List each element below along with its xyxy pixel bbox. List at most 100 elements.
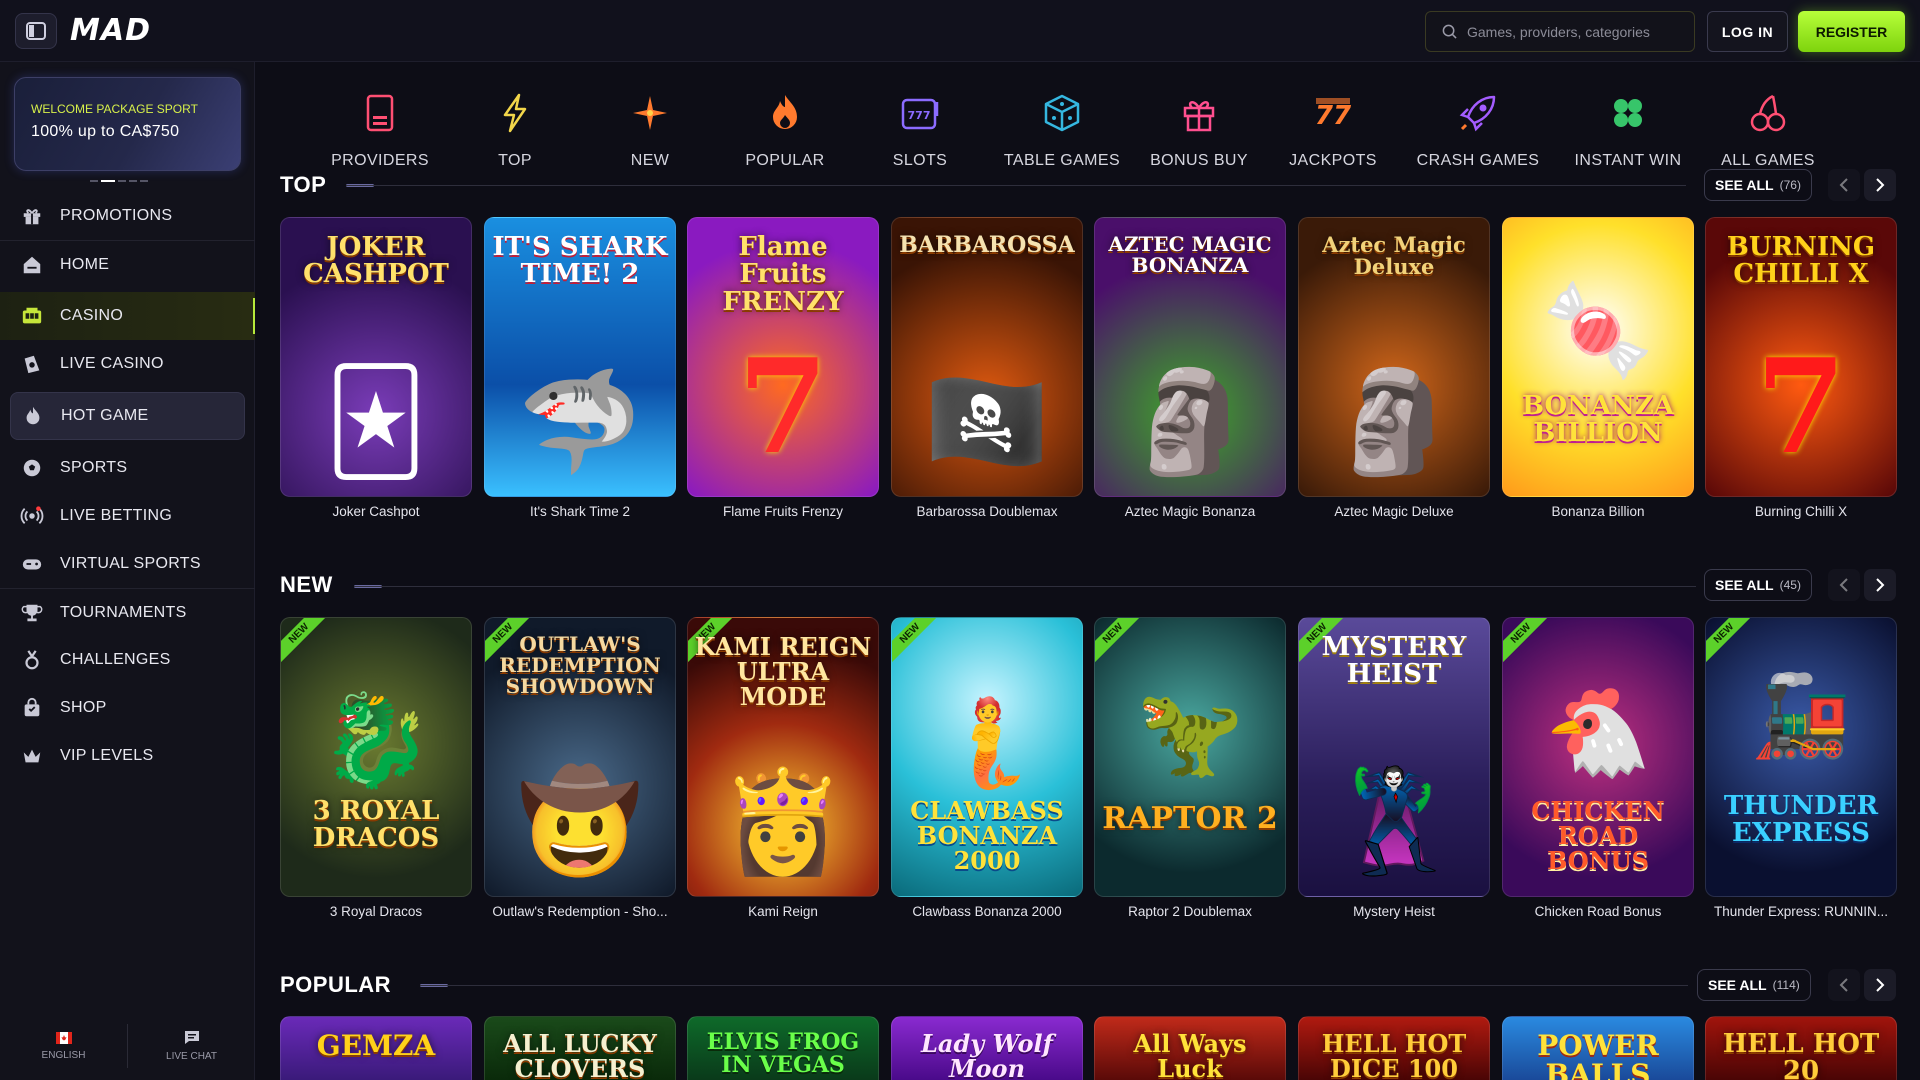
- login-button[interactable]: LOG IN: [1707, 11, 1788, 52]
- promo-carousel-dots[interactable]: [90, 180, 148, 182]
- game-card[interactable]: BARBAROSSA 🏴‍☠️ Barbarossa Doublemax: [891, 217, 1083, 519]
- game-thumbnail[interactable]: NEW 🐉 3 ROYAL DRACOS: [280, 617, 472, 897]
- game-card[interactable]: NEW MYSTERY HEIST 🦹 Mystery Heist: [1298, 617, 1490, 919]
- see-all-popular-button[interactable]: SEE ALL (114): [1697, 969, 1811, 1001]
- next-arrow-button[interactable]: [1864, 569, 1896, 601]
- prev-arrow-button[interactable]: [1828, 169, 1860, 201]
- game-thumbnail[interactable]: ELVIS FROG IN VEGAS: [687, 1016, 879, 1080]
- game-card[interactable]: IT'S SHARK TIME! 2 🦈 It's Shark Time 2: [484, 217, 676, 519]
- game-card[interactable]: All Ways Luck: [1094, 1016, 1286, 1080]
- live-chat-button[interactable]: LIVE CHAT: [128, 1012, 255, 1080]
- game-card[interactable]: NEW 🐉 3 ROYAL DRACOS 3 Royal Dracos: [280, 617, 472, 919]
- sidebar-item-label: TOURNAMENTS: [60, 603, 187, 621]
- game-art-title: HELL HOT 20: [1722, 1029, 1880, 1080]
- game-thumbnail[interactable]: NEW 🐔 CHICKEN ROAD BONUS: [1502, 617, 1694, 897]
- sidebar-item-casino[interactable]: CASINO: [0, 292, 255, 340]
- sidebar-item-promotions[interactable]: PROMOTIONS: [0, 192, 255, 240]
- welcome-promo-banner[interactable]: WELCOME PACKAGE SPORT 100% up to CA$750: [14, 77, 241, 171]
- sidebar-item-sports[interactable]: SPORTS: [0, 444, 255, 492]
- game-card[interactable]: POWER BALLS: [1502, 1016, 1694, 1080]
- language-selector[interactable]: ENGLISH: [0, 1012, 127, 1080]
- see-all-top-button[interactable]: SEE ALL (76): [1704, 169, 1812, 201]
- sidebar-item-live-betting[interactable]: LIVE BETTING: [0, 492, 255, 540]
- site-logo[interactable]: MAD: [70, 13, 151, 48]
- chevron-left-icon: [1839, 178, 1848, 192]
- see-all-new-button[interactable]: SEE ALL (45): [1704, 569, 1812, 601]
- game-card[interactable]: NEW 🧜 CLAWBASS BONANZA 2000 Clawbass Bon…: [891, 617, 1083, 919]
- sidebar-item-vip-levels[interactable]: VIP LEVELS: [0, 732, 255, 780]
- empress-art-icon: 👸: [720, 766, 846, 878]
- prev-arrow-button[interactable]: [1828, 969, 1860, 1001]
- game-thumbnail[interactable]: GEMZA: [280, 1016, 472, 1080]
- game-thumbnail[interactable]: NEW MYSTERY HEIST 🦹: [1298, 617, 1490, 897]
- game-thumbnail[interactable]: Flame Fruits FRENZY 7: [687, 217, 879, 497]
- game-card[interactable]: AZTEC MAGIC BONANZA 🗿 Aztec Magic Bonanz…: [1094, 217, 1286, 519]
- game-card[interactable]: 🍬 BONANZA BILLION Bonanza Billion: [1502, 217, 1694, 519]
- next-arrow-button[interactable]: [1864, 969, 1896, 1001]
- game-card[interactable]: BURNING CHILLI X 7 Burning Chilli X: [1705, 217, 1897, 519]
- game-art-title: CHICKEN ROAD BONUS: [1531, 796, 1665, 876]
- game-thumbnail[interactable]: BARBAROSSA 🏴‍☠️: [891, 217, 1083, 497]
- sidebar-item-tournaments[interactable]: TOURNAMENTS: [0, 588, 255, 636]
- category-instant-win[interactable]: INSTANT WIN: [1558, 90, 1698, 170]
- game-art-title: BURNING CHILLI X: [1726, 232, 1876, 290]
- game-thumbnail[interactable]: All Ways Luck: [1094, 1016, 1286, 1080]
- next-arrow-button[interactable]: [1864, 169, 1896, 201]
- category-new[interactable]: NEW: [580, 90, 720, 170]
- category-table-games[interactable]: TABLE GAMES: [992, 90, 1132, 170]
- sidebar-item-live-casino[interactable]: LIVE CASINO: [0, 340, 255, 388]
- game-thumbnail[interactable]: Aztec Magic Deluxe 🗿: [1298, 217, 1490, 497]
- game-thumbnail[interactable]: POWER BALLS: [1502, 1016, 1694, 1080]
- category-bonus-buy[interactable]: BONUS BUY: [1129, 90, 1269, 170]
- sidebar-item-challenges[interactable]: CHALLENGES: [0, 636, 255, 684]
- category-crash-games[interactable]: CRASH GAMES: [1408, 90, 1548, 170]
- home-icon: [20, 253, 44, 277]
- sidebar-toggle-button[interactable]: [15, 13, 57, 49]
- game-thumbnail[interactable]: NEW OUTLAW'S REDEMPTION SHOWDOWN 🤠: [484, 617, 676, 897]
- game-thumbnail[interactable]: AZTEC MAGIC BONANZA 🗿: [1094, 217, 1286, 497]
- category-all-games[interactable]: ALL GAMES: [1698, 90, 1838, 170]
- game-card[interactable]: NEW 🦖 RAPTOR 2 Raptor 2 Doublemax: [1094, 617, 1286, 919]
- see-all-count: (76): [1779, 178, 1801, 192]
- candy-art-icon: 🍬: [1541, 281, 1655, 381]
- game-card[interactable]: HELL HOT DICE 100: [1298, 1016, 1490, 1080]
- game-row-top: JOKER CASHPOT 🃏 Joker Cashpot IT'S SHARK…: [280, 217, 1897, 523]
- sidebar-item-hot-game[interactable]: HOT GAME: [10, 392, 245, 440]
- game-card[interactable]: ELVIS FROG IN VEGAS: [687, 1016, 879, 1080]
- game-thumbnail[interactable]: 🍬 BONANZA BILLION: [1502, 217, 1694, 497]
- game-thumbnail[interactable]: BURNING CHILLI X 7: [1705, 217, 1897, 497]
- search-input[interactable]: [1467, 23, 1687, 40]
- category-providers[interactable]: PROVIDERS: [310, 90, 450, 170]
- game-card[interactable]: Lady Wolf Moon: [891, 1016, 1083, 1080]
- category-slots[interactable]: 777 SLOTS: [850, 90, 990, 170]
- category-popular[interactable]: POPULAR: [715, 90, 855, 170]
- game-card[interactable]: ALL LUCKY CLOVERS: [484, 1016, 676, 1080]
- sidebar-item-shop[interactable]: SHOP: [0, 684, 255, 732]
- game-thumbnail[interactable]: HELL HOT DICE 100: [1298, 1016, 1490, 1080]
- game-card[interactable]: Aztec Magic Deluxe 🗿 Aztec Magic Deluxe: [1298, 217, 1490, 519]
- game-card[interactable]: Flame Fruits FRENZY 7 Flame Fruits Frenz…: [687, 217, 879, 519]
- category-jackpots[interactable]: 77 JACKPOTS: [1263, 90, 1403, 170]
- game-thumbnail[interactable]: ALL LUCKY CLOVERS: [484, 1016, 676, 1080]
- category-top[interactable]: TOP: [445, 90, 585, 170]
- game-thumbnail[interactable]: Lady Wolf Moon: [891, 1016, 1083, 1080]
- game-card[interactable]: NEW OUTLAW'S REDEMPTION SHOWDOWN 🤠 Outla…: [484, 617, 676, 919]
- game-thumbnail[interactable]: JOKER CASHPOT 🃏: [280, 217, 472, 497]
- register-button[interactable]: REGISTER: [1798, 11, 1905, 52]
- sidebar-item-home[interactable]: HOME: [0, 240, 255, 288]
- game-thumbnail[interactable]: NEW 🦖 RAPTOR 2: [1094, 617, 1286, 897]
- game-card[interactable]: JOKER CASHPOT 🃏 Joker Cashpot: [280, 217, 472, 519]
- game-card[interactable]: NEW 🚂 THUNDER EXPRESS Thunder Express: R…: [1705, 617, 1897, 919]
- game-card[interactable]: GEMZA: [280, 1016, 472, 1080]
- game-card[interactable]: HELL HOT 20: [1705, 1016, 1897, 1080]
- game-thumbnail[interactable]: NEW 🧜 CLAWBASS BONANZA 2000: [891, 617, 1083, 897]
- game-thumbnail[interactable]: NEW 🚂 THUNDER EXPRESS: [1705, 617, 1897, 897]
- prev-arrow-button[interactable]: [1828, 569, 1860, 601]
- game-thumbnail[interactable]: IT'S SHARK TIME! 2 🦈: [484, 217, 676, 497]
- game-card[interactable]: NEW 🐔 CHICKEN ROAD BONUS Chicken Road Bo…: [1502, 617, 1694, 919]
- game-thumbnail[interactable]: HELL HOT 20: [1705, 1016, 1897, 1080]
- sidebar-item-virtual-sports[interactable]: VIRTUAL SPORTS: [0, 540, 255, 588]
- game-thumbnail[interactable]: NEW KAMI REIGN ULTRA MODE 👸: [687, 617, 879, 897]
- game-card[interactable]: NEW KAMI REIGN ULTRA MODE 👸 Kami Reign: [687, 617, 879, 919]
- search-box[interactable]: [1425, 11, 1695, 52]
